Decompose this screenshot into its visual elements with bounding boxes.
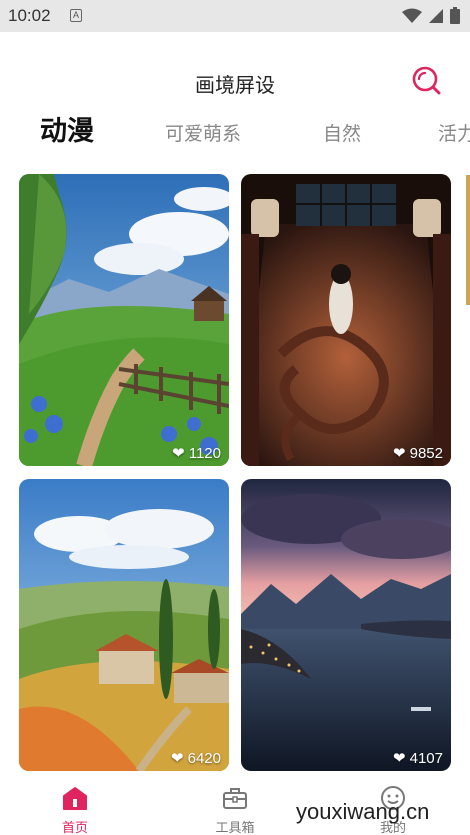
like-count-value: 9852	[409, 444, 443, 462]
screen: 10:02 A 画境屏设 动漫 可爱萌系 自然 活力 ❤ 1120 ❤ 9852…	[0, 0, 470, 835]
partial-card-edge	[466, 175, 470, 305]
wallpaper-image	[19, 174, 229, 466]
wifi-icon	[402, 8, 422, 23]
wallpaper-image	[241, 479, 451, 771]
toolbox-icon	[223, 788, 247, 809]
nav-toolbox[interactable]: 工具箱	[195, 785, 275, 835]
battery-icon	[450, 7, 460, 24]
wallpaper-card[interactable]: ❤ 9852	[241, 174, 451, 466]
page-title: 画境屏设	[195, 73, 275, 97]
like-count-value: 4107	[409, 749, 443, 767]
like-count: ❤ 4107	[393, 749, 443, 768]
wallpaper-card[interactable]: ❤ 6420	[19, 479, 229, 771]
wallpaper-image	[19, 479, 229, 771]
tab-anime[interactable]: 动漫	[40, 112, 94, 152]
notification-icon: A	[70, 9, 82, 22]
wallpaper-card[interactable]: ❤ 1120	[19, 174, 229, 466]
watermark: youxiwang.cn	[296, 799, 430, 824]
heart-icon: ❤	[393, 750, 406, 767]
wallpaper-card[interactable]: ❤ 4107	[241, 479, 451, 771]
like-count: ❤ 1120	[172, 444, 221, 463]
status-time: 10:02	[8, 6, 51, 25]
like-count: ❤ 6420	[171, 749, 221, 768]
heart-icon: ❤	[393, 445, 406, 462]
heart-icon: ❤	[172, 445, 185, 462]
signal-icon	[429, 8, 443, 23]
category-tabs: 动漫 可爱萌系 自然 活力	[0, 112, 470, 156]
app-header: 画境屏设	[0, 32, 470, 124]
nav-label: 首页	[61, 821, 88, 835]
search-button[interactable]	[410, 64, 442, 96]
tab-nature[interactable]: 自然	[323, 114, 361, 154]
system-icons	[402, 7, 460, 24]
wallpaper-image	[241, 174, 451, 466]
nav-label: 工具箱	[215, 821, 255, 835]
like-count-value: 1120	[188, 444, 221, 462]
tab-vitality[interactable]: 活力	[438, 114, 470, 154]
home-icon	[63, 787, 87, 810]
like-count-value: 6420	[187, 749, 221, 767]
search-icon	[412, 66, 441, 95]
tab-cute[interactable]: 可爱萌系	[165, 114, 241, 154]
like-count: ❤ 9852	[393, 444, 443, 463]
nav-home[interactable]: 首页	[35, 785, 115, 835]
status-bar: 10:02 A	[0, 0, 470, 32]
heart-icon: ❤	[171, 750, 184, 767]
